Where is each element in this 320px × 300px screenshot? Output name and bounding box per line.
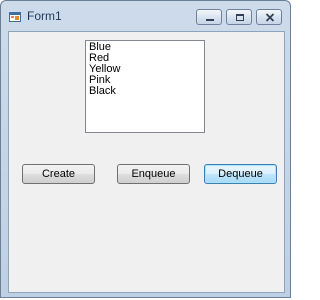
create-button[interactable]: Create bbox=[22, 164, 95, 184]
enqueue-button[interactable]: Enqueue bbox=[117, 164, 190, 184]
close-button[interactable] bbox=[256, 9, 282, 25]
maximize-button[interactable] bbox=[226, 9, 252, 25]
list-item[interactable]: Black bbox=[89, 86, 201, 97]
dequeue-button[interactable]: Dequeue bbox=[204, 164, 277, 184]
form1-window: Form1 Blue Red Yellow Pink Black Create bbox=[0, 0, 291, 298]
color-listbox[interactable]: Blue Red Yellow Pink Black bbox=[85, 40, 205, 133]
minimize-button[interactable] bbox=[196, 9, 222, 25]
close-icon bbox=[265, 13, 275, 22]
maximize-icon bbox=[236, 14, 244, 21]
window-title: Form1 bbox=[27, 9, 62, 23]
form-app-icon[interactable] bbox=[9, 10, 21, 22]
form-client-area: Blue Red Yellow Pink Black Create Enqueu… bbox=[8, 31, 285, 293]
minimize-icon bbox=[206, 19, 214, 21]
title-bar[interactable]: Form1 bbox=[1, 1, 292, 31]
